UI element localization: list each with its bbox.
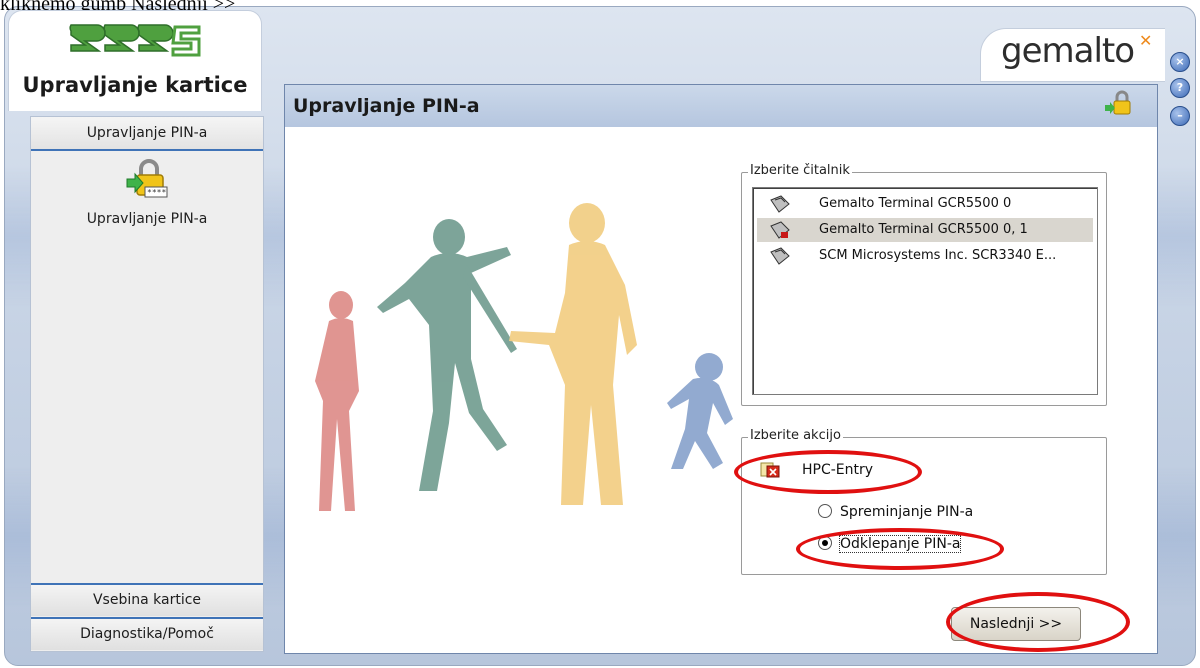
help-icon[interactable]: ? (1170, 78, 1190, 98)
radio-label: Spreminjanje PIN-a (840, 504, 974, 520)
close-icon[interactable]: × (1170, 52, 1190, 72)
highlight-oval-unlock (796, 528, 1004, 570)
minimize-icon[interactable]: – (1170, 106, 1190, 126)
reader-name: SCM Microsystems Inc. SCR3340 E... (819, 248, 1057, 263)
reader-group-label: Izberite čitalnik (748, 163, 852, 178)
main-header: Upravljanje PIN-a (285, 85, 1157, 127)
radio-change-pin[interactable]: Spreminjanje PIN-a (818, 504, 973, 520)
brand-tab: gemalto ✕ (980, 28, 1165, 82)
radio-button[interactable] (818, 504, 832, 518)
app-title: Upravljanje kartice (22, 73, 248, 97)
card-reader-inserted-icon (770, 221, 790, 239)
reader-list[interactable]: Gemalto Terminal GCR5500 0 Gemalto Termi… (752, 187, 1098, 395)
main-panel: Upravljanje PIN-a Izberite čitalnik Gema… (284, 84, 1158, 654)
zzzs-logo-icon (69, 24, 201, 57)
sidebar: Upravljanje PIN-a **** Upravljanje PIN-a… (30, 116, 264, 652)
reader-name: Gemalto Terminal GCR5500 0 (819, 196, 1012, 211)
svg-text:****: **** (147, 188, 166, 197)
brand-star-icon: ✕ (1139, 31, 1153, 50)
sidebar-item-label: Upravljanje PIN-a (86, 211, 208, 227)
tab-diagnostics-help[interactable]: Diagnostika/Pomoč (31, 617, 263, 650)
action-group-label: Izberite akcijo (748, 428, 843, 443)
reader-group: Izberite čitalnik Gemalto Terminal GCR55… (741, 163, 1107, 406)
pin-lock-icon: **** (126, 159, 168, 198)
list-item[interactable]: Gemalto Terminal GCR5500 0 (757, 192, 1093, 216)
page-title: Upravljanje PIN-a (293, 95, 480, 117)
reader-name: Gemalto Terminal GCR5500 0, 1 (819, 222, 1028, 237)
tab-card-contents[interactable]: Vsebina kartice (31, 583, 263, 616)
sidebar-item-pin-management[interactable]: **** Upravljanje PIN-a (31, 157, 263, 227)
sidebar-section-header[interactable]: Upravljanje PIN-a (31, 117, 263, 151)
lock-arrow-icon (1105, 90, 1131, 115)
family-silhouette-illustration (315, 203, 733, 511)
card-reader-icon (770, 247, 790, 265)
highlight-oval-card (734, 450, 922, 494)
list-item-selected[interactable]: Gemalto Terminal GCR5500 0, 1 (757, 218, 1093, 242)
highlight-oval-next (946, 592, 1130, 652)
list-item[interactable]: SCM Microsystems Inc. SCR3340 E... (757, 244, 1093, 268)
card-reader-icon (770, 195, 790, 213)
logo-tab: Upravljanje kartice (8, 10, 262, 111)
brand-logo: gemalto (1001, 31, 1135, 71)
